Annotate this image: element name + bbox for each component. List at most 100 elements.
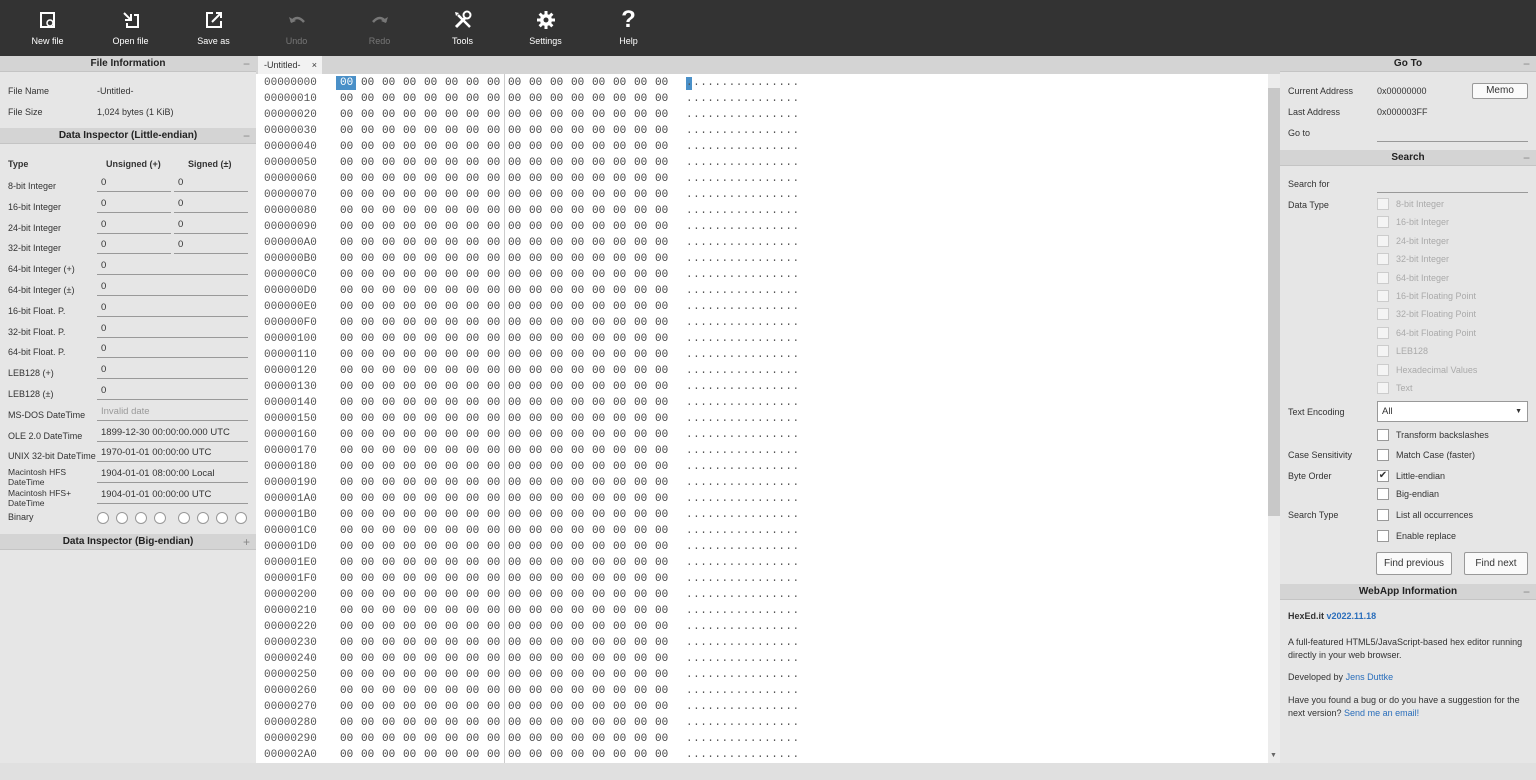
hex-byte[interactable]: 00 (424, 203, 437, 219)
hex-byte[interactable]: 00 (403, 651, 416, 667)
hex-byte[interactable]: 00 (529, 747, 542, 763)
hex-byte[interactable]: 00 (382, 507, 395, 523)
hex-byte[interactable]: 00 (613, 427, 626, 443)
hex-byte[interactable]: 00 (445, 379, 458, 395)
binary-bit-radio[interactable] (154, 512, 166, 524)
hex-byte[interactable]: 00 (361, 555, 374, 571)
hex-byte[interactable]: 00 (466, 347, 479, 363)
hex-byte[interactable]: 00 (550, 379, 563, 395)
enable-replace-checkbox[interactable] (1377, 530, 1389, 542)
hex-byte[interactable]: 00 (424, 267, 437, 283)
hex-byte[interactable]: 00 (466, 267, 479, 283)
hex-byte[interactable]: 00 (571, 571, 584, 587)
hex-byte[interactable]: 00 (382, 427, 395, 443)
hex-byte[interactable]: 00 (466, 475, 479, 491)
hex-byte[interactable]: 00 (403, 171, 416, 187)
hex-byte[interactable]: 00 (550, 139, 563, 155)
hex-byte[interactable]: 00 (466, 507, 479, 523)
hex-byte[interactable]: 00 (613, 203, 626, 219)
hex-byte[interactable]: 00 (403, 395, 416, 411)
ascii-column[interactable]: ................ (686, 299, 800, 315)
binary-bit-radio[interactable] (197, 512, 209, 524)
hex-byte[interactable]: 00 (403, 315, 416, 331)
hex-byte[interactable]: 00 (424, 603, 437, 619)
hex-byte[interactable]: 00 (613, 315, 626, 331)
hex-byte[interactable]: 00 (613, 731, 626, 747)
hex-byte[interactable]: 00 (445, 587, 458, 603)
hex-byte[interactable]: 00 (634, 267, 647, 283)
hex-byte[interactable]: 00 (445, 603, 458, 619)
hex-byte[interactable]: 00 (403, 523, 416, 539)
hex-byte[interactable]: 00 (361, 379, 374, 395)
hex-byte[interactable]: 00 (529, 267, 542, 283)
hex-byte[interactable]: 00 (340, 731, 353, 747)
hex-byte[interactable]: 00 (550, 443, 563, 459)
hex-byte[interactable]: 00 (592, 747, 605, 763)
hex-byte[interactable]: 00 (466, 651, 479, 667)
ascii-column[interactable]: ................ (686, 283, 800, 299)
hex-byte[interactable]: 00 (445, 731, 458, 747)
hex-byte[interactable]: 00 (445, 475, 458, 491)
hex-byte[interactable]: 00 (613, 715, 626, 731)
hex-byte[interactable]: 00 (655, 715, 668, 731)
hex-byte[interactable]: 00 (382, 331, 395, 347)
hex-byte[interactable]: 00 (571, 651, 584, 667)
hex-byte[interactable]: 00 (508, 651, 521, 667)
hex-byte[interactable]: 00 (508, 75, 521, 91)
hex-byte[interactable]: 00 (634, 187, 647, 203)
hex-byte[interactable]: 00 (508, 235, 521, 251)
hex-byte[interactable]: 00 (613, 683, 626, 699)
hex-byte[interactable]: 00 (487, 443, 500, 459)
hex-byte[interactable]: 00 (445, 635, 458, 651)
hex-byte[interactable]: 00 (445, 523, 458, 539)
hex-byte[interactable]: 00 (403, 491, 416, 507)
hex-byte[interactable]: 00 (508, 379, 521, 395)
hex-byte[interactable]: 00 (529, 171, 542, 187)
help-button[interactable]: ? Help (587, 0, 670, 56)
hex-byte[interactable]: 00 (424, 715, 437, 731)
hex-byte[interactable]: 00 (529, 251, 542, 267)
hex-byte[interactable]: 00 (361, 491, 374, 507)
inspector-value-field[interactable]: 1970-01-01 00:00:00 UTC (97, 446, 248, 463)
hex-byte[interactable]: 00 (508, 523, 521, 539)
hex-byte[interactable]: 00 (634, 443, 647, 459)
hex-byte[interactable]: 00 (634, 523, 647, 539)
hex-byte[interactable]: 00 (550, 587, 563, 603)
hex-byte[interactable]: 00 (592, 683, 605, 699)
hex-byte[interactable]: 00 (529, 667, 542, 683)
hex-byte[interactable]: 00 (571, 251, 584, 267)
hex-byte[interactable]: 00 (403, 427, 416, 443)
hex-byte[interactable]: 00 (361, 235, 374, 251)
hex-byte[interactable]: 00 (613, 507, 626, 523)
inspector-value-field[interactable]: 1904-01-01 00:00:00 UTC (97, 488, 248, 504)
hex-byte[interactable]: 00 (403, 683, 416, 699)
hex-byte[interactable]: 00 (466, 731, 479, 747)
hex-byte[interactable]: 00 (487, 331, 500, 347)
hex-byte[interactable]: 00 (382, 459, 395, 475)
data-type-checkbox[interactable] (1377, 308, 1389, 321)
hex-byte[interactable]: 00 (466, 91, 479, 107)
hex-byte[interactable]: 00 (445, 251, 458, 267)
hex-byte[interactable]: 00 (445, 411, 458, 427)
hex-byte[interactable]: 00 (487, 267, 500, 283)
hex-byte[interactable]: 00 (592, 539, 605, 555)
hex-byte[interactable]: 00 (424, 635, 437, 651)
hex-byte[interactable]: 00 (529, 587, 542, 603)
hex-byte[interactable]: 00 (424, 219, 437, 235)
hex-byte[interactable]: 00 (592, 267, 605, 283)
hex-byte[interactable]: 00 (466, 139, 479, 155)
ascii-column[interactable]: ................ (686, 667, 800, 683)
hex-byte[interactable]: 00 (340, 651, 353, 667)
ascii-column[interactable]: ................ (686, 635, 800, 651)
hex-byte[interactable]: 00 (403, 667, 416, 683)
hex-byte[interactable]: 00 (571, 219, 584, 235)
hex-byte[interactable]: 00 (592, 123, 605, 139)
inspector-value-field[interactable]: 0 (97, 301, 248, 317)
hex-byte[interactable]: 00 (403, 187, 416, 203)
hex-byte[interactable]: 00 (382, 75, 395, 91)
hex-byte[interactable]: 00 (571, 507, 584, 523)
hex-byte[interactable]: 00 (550, 619, 563, 635)
hex-byte[interactable]: 00 (487, 603, 500, 619)
hex-byte[interactable]: 00 (487, 379, 500, 395)
hex-byte[interactable]: 00 (382, 571, 395, 587)
